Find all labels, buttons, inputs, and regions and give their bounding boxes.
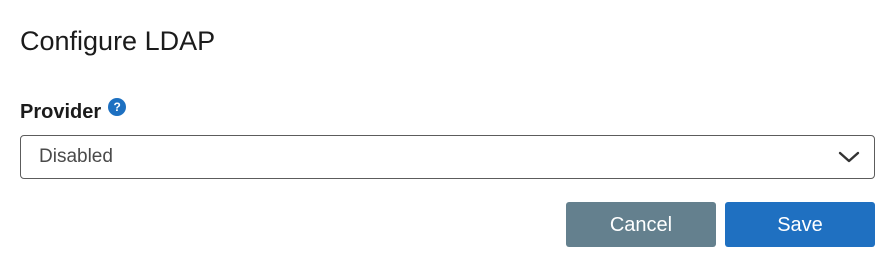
provider-label: Provider <box>20 101 102 123</box>
provider-select[interactable]: Disabled <box>20 135 875 179</box>
chevron-down-icon <box>838 151 860 163</box>
save-button[interactable]: Save <box>725 202 875 247</box>
configure-ldap-dialog: Configure LDAP Provider ? Disabled Cance… <box>0 0 894 269</box>
provider-label-row: Provider ? <box>20 98 127 126</box>
help-icon[interactable]: ? <box>108 98 127 116</box>
dialog-title: Configure LDAP <box>20 26 216 56</box>
cancel-button[interactable]: Cancel <box>566 202 716 247</box>
provider-selected-value: Disabled <box>39 146 113 167</box>
